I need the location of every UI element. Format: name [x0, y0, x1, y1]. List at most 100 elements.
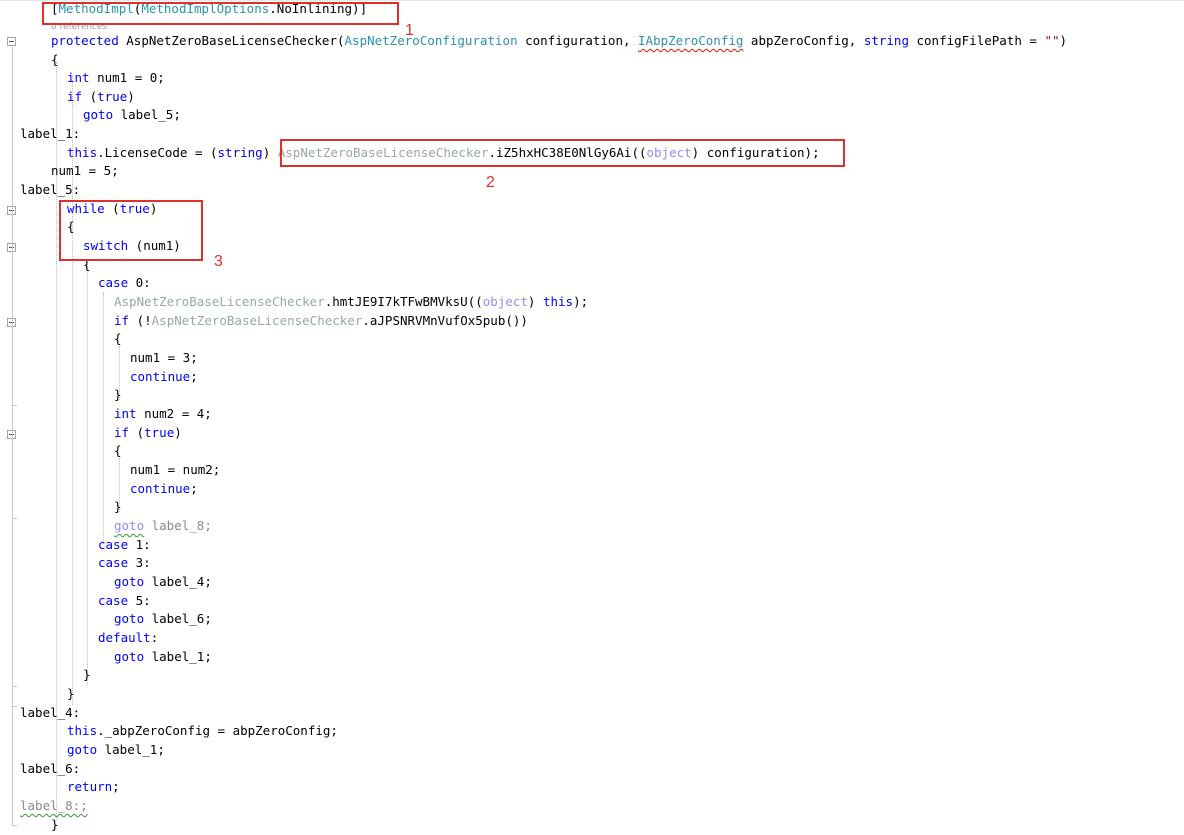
code-token: 3:: [128, 555, 151, 570]
code-token: protected: [51, 33, 127, 48]
code-line[interactable]: label_6:: [20, 760, 80, 779]
outline-end-mark: [12, 706, 17, 707]
code-line[interactable]: goto label_8;: [114, 517, 212, 536]
code-line[interactable]: num1 = 3;: [130, 349, 198, 368]
code-token: continue: [130, 369, 191, 384]
code-line[interactable]: {: [114, 442, 122, 461]
code-line[interactable]: goto label_4;: [114, 573, 212, 592]
code-token: num1 = 5;: [51, 163, 119, 178]
code-token: if: [67, 89, 83, 104]
code-line[interactable]: if (true): [67, 88, 135, 107]
code-line[interactable]: goto label_1;: [67, 741, 165, 760]
code-token: true: [97, 89, 128, 104]
code-token: label_8:;: [20, 798, 88, 813]
code-line[interactable]: goto label_6;: [114, 610, 212, 629]
code-token: label_1:: [20, 126, 81, 141]
code-token: num1 = 0;: [89, 70, 165, 85]
code-token: }: [83, 667, 91, 682]
code-token: abpZeroConfig,: [743, 33, 864, 48]
code-line[interactable]: }: [67, 685, 75, 704]
code-token: 5:: [128, 593, 151, 608]
code-token: goto: [114, 611, 145, 626]
annotation-number: 2: [486, 174, 495, 191]
code-line[interactable]: continue;: [130, 368, 198, 387]
code-token: if: [114, 313, 130, 328]
code-token: goto: [114, 574, 145, 589]
code-token: goto: [67, 742, 98, 757]
annotation-box: [280, 139, 845, 167]
code-line[interactable]: return;: [67, 778, 120, 797]
code-line[interactable]: goto label_5;: [83, 106, 181, 125]
code-line[interactable]: case 3:: [98, 554, 151, 573]
code-token: AspNetZeroConfiguration: [344, 33, 518, 48]
code-line[interactable]: continue;: [130, 480, 198, 499]
code-token: ;: [190, 369, 198, 384]
code-token: 0:: [128, 275, 151, 290]
code-line[interactable]: label_8:;: [20, 797, 88, 816]
code-token: label_1;: [97, 742, 165, 757]
code-line[interactable]: goto label_1;: [114, 648, 212, 667]
outline-connector: [12, 328, 13, 405]
annotation-number: 1: [405, 22, 414, 39]
code-line[interactable]: {: [51, 51, 59, 70]
code-token: default: [98, 630, 151, 645]
code-line[interactable]: label_5:: [20, 181, 80, 200]
code-token: continue: [130, 481, 191, 496]
code-line[interactable]: }: [114, 386, 122, 405]
code-line[interactable]: case 1:: [98, 536, 151, 555]
code-line[interactable]: if (true): [114, 424, 182, 443]
code-line[interactable]: this._abpZeroConfig = abpZeroConfig;: [67, 722, 338, 741]
code-token: IAbpZeroConfig: [638, 33, 744, 48]
code-token: int: [114, 406, 137, 421]
code-line[interactable]: int num2 = 4;: [114, 405, 212, 424]
code-line[interactable]: }: [83, 666, 91, 685]
code-token: label_8;: [144, 518, 212, 533]
code-token: goto: [83, 107, 114, 122]
code-line[interactable]: }: [51, 816, 59, 835]
code-token: num1 = num2;: [130, 462, 221, 477]
collapse-toggle-icon[interactable]: [7, 37, 16, 46]
code-token: ._abpZeroConfig = abpZeroConfig;: [97, 723, 338, 738]
code-line[interactable]: label_1:: [20, 125, 80, 144]
code-token: .hmtJE9I7kTFwBMVksU((: [324, 294, 483, 309]
code-token: label_1;: [144, 649, 212, 664]
code-token: {: [114, 443, 122, 458]
code-line[interactable]: num1 = 5;: [51, 162, 119, 181]
code-token: case: [98, 555, 129, 570]
code-editor[interactable]: 0 references [MethodImpl(MethodImplOptio…: [0, 0, 1184, 832]
code-token: AspNetZeroBaseLicenseChecker: [151, 313, 363, 328]
code-line[interactable]: if (!AspNetZeroBaseLicenseChecker.aJPSNR…: [114, 312, 528, 331]
code-line[interactable]: AspNetZeroBaseLicenseChecker.hmtJE9I7kTF…: [114, 293, 588, 312]
code-token: case: [98, 537, 129, 552]
code-token: {: [51, 52, 59, 67]
indent-guide: [103, 292, 104, 544]
code-line[interactable]: case 0:: [98, 274, 151, 293]
code-token: label_4;: [144, 574, 212, 589]
code-token: goto: [114, 649, 145, 664]
code-token: );: [573, 294, 589, 309]
code-token: (: [129, 425, 145, 440]
outline-end-mark: [12, 405, 17, 406]
code-line[interactable]: label_4:: [20, 704, 80, 723]
code-token: case: [98, 593, 129, 608]
code-token: configuration,: [517, 33, 639, 48]
code-token: label_6;: [144, 611, 212, 626]
code-line[interactable]: protected AspNetZeroBaseLicenseChecker(A…: [51, 32, 1067, 51]
code-token: int: [67, 70, 90, 85]
code-token: return: [67, 779, 113, 794]
code-token: this: [542, 294, 574, 309]
code-line[interactable]: {: [114, 330, 122, 349]
code-line[interactable]: default:: [98, 629, 158, 648]
code-token: AspNetZeroBaseLicenseChecker: [114, 294, 325, 309]
code-line[interactable]: int num1 = 0;: [67, 69, 165, 88]
code-token: num1 = 3;: [130, 350, 198, 365]
code-line[interactable]: case 5:: [98, 592, 151, 611]
code-token: }: [114, 499, 122, 514]
code-line[interactable]: }: [114, 498, 122, 517]
code-token: case: [98, 275, 129, 290]
code-token: ;: [190, 481, 198, 496]
code-line[interactable]: num1 = num2;: [130, 461, 220, 480]
code-token: this: [67, 145, 98, 160]
code-token: ): [527, 294, 543, 309]
code-token: object: [482, 294, 528, 309]
